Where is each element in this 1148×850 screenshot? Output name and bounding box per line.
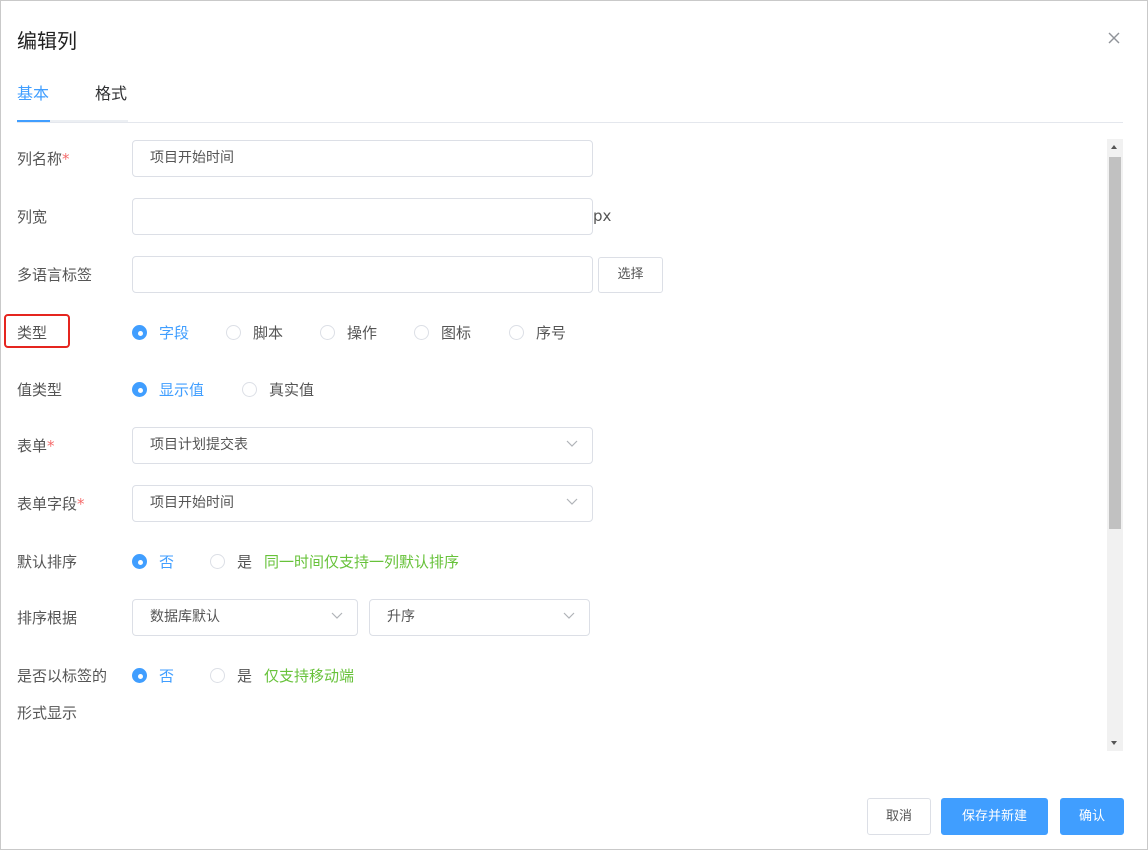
scroll-up-icon[interactable] <box>1111 145 1117 149</box>
radio-dot-icon <box>132 668 147 683</box>
value-type-label: 值类型 <box>17 381 63 399</box>
scroll-down-icon[interactable] <box>1111 741 1117 745</box>
form-field-value: 项目开始时间 <box>150 495 234 511</box>
column-name-input[interactable]: 项目开始时间 <box>132 140 593 177</box>
sort-order-value: 升序 <box>387 609 415 625</box>
chevron-down-icon <box>566 440 578 447</box>
sort-basis-select[interactable]: 数据库默认 <box>132 599 358 636</box>
i18n-select-button[interactable]: 选择 <box>598 257 663 293</box>
default-sort-hint: 同一时间仅支持一列默认排序 <box>264 553 460 571</box>
radio-dot-icon <box>210 668 225 683</box>
i18n-label-label: 多语言标签 <box>17 266 93 284</box>
radio-dot-icon <box>132 325 147 340</box>
type-radio-field[interactable]: 字段 <box>132 322 189 343</box>
form-field-label: 表单字段* <box>17 495 85 513</box>
show-as-tag-label-line2: 形式显示 <box>17 704 78 722</box>
type-label: 类型 <box>17 324 48 342</box>
form-select-label: 表单* <box>17 437 55 455</box>
show-as-tag-hint: 仅支持移动端 <box>264 667 355 685</box>
edit-column-dialog: 编辑列 基本 格式 列名称* 项目开始时间 列宽 px 多语言标签 选择 类型 … <box>0 0 1148 850</box>
tab-format[interactable]: 格式 <box>95 81 127 122</box>
radio-dot-icon <box>226 325 241 340</box>
chevron-down-icon <box>563 612 575 619</box>
confirm-button[interactable]: 确认 <box>1060 798 1124 835</box>
form-field-select[interactable]: 项目开始时间 <box>132 485 593 522</box>
show-as-tag-radio-yes[interactable]: 是 <box>210 665 252 686</box>
i18n-label-input[interactable] <box>132 256 593 293</box>
column-width-label: 列宽 <box>17 208 48 226</box>
radio-dot-icon <box>210 554 225 569</box>
width-unit: px <box>593 207 612 225</box>
tab-basic[interactable]: 基本 <box>17 81 50 122</box>
dialog-title: 编辑列 <box>17 29 77 53</box>
radio-dot-icon <box>320 325 335 340</box>
type-radio-action[interactable]: 操作 <box>320 322 377 343</box>
radio-dot-icon <box>509 325 524 340</box>
default-sort-radio-no[interactable]: 否 <box>132 551 174 572</box>
chevron-down-icon <box>566 498 578 505</box>
cancel-button[interactable]: 取消 <box>867 798 931 835</box>
type-radio-icon[interactable]: 图标 <box>414 322 471 343</box>
form-select[interactable]: 项目计划提交表 <box>132 427 593 464</box>
value-type-radio-real[interactable]: 真实值 <box>242 379 314 400</box>
type-radio-script[interactable]: 脚本 <box>226 322 283 343</box>
radio-dot-icon <box>414 325 429 340</box>
sort-basis-label: 排序根据 <box>17 609 78 627</box>
column-width-input[interactable] <box>132 198 593 235</box>
radio-dot-icon <box>132 554 147 569</box>
form-select-value: 项目计划提交表 <box>150 437 248 453</box>
chevron-down-icon <box>331 612 343 619</box>
scrollbar-thumb[interactable] <box>1109 157 1121 529</box>
column-name-label: 列名称* <box>17 150 70 168</box>
show-as-tag-label-line1: 是否以标签的 <box>17 667 108 685</box>
type-radio-serial[interactable]: 序号 <box>509 322 566 343</box>
default-sort-label: 默认排序 <box>17 553 78 571</box>
sort-basis-value: 数据库默认 <box>150 609 220 625</box>
value-type-radio-display[interactable]: 显示值 <box>132 379 204 400</box>
radio-dot-icon <box>242 382 257 397</box>
show-as-tag-radio-no[interactable]: 否 <box>132 665 174 686</box>
tab-bar: 基本 格式 <box>17 81 1123 123</box>
sort-order-select[interactable]: 升序 <box>369 599 590 636</box>
default-sort-radio-yes[interactable]: 是 <box>210 551 252 572</box>
save-and-new-button[interactable]: 保存并新建 <box>941 798 1048 835</box>
radio-dot-icon <box>132 382 147 397</box>
close-icon[interactable] <box>1105 29 1123 47</box>
